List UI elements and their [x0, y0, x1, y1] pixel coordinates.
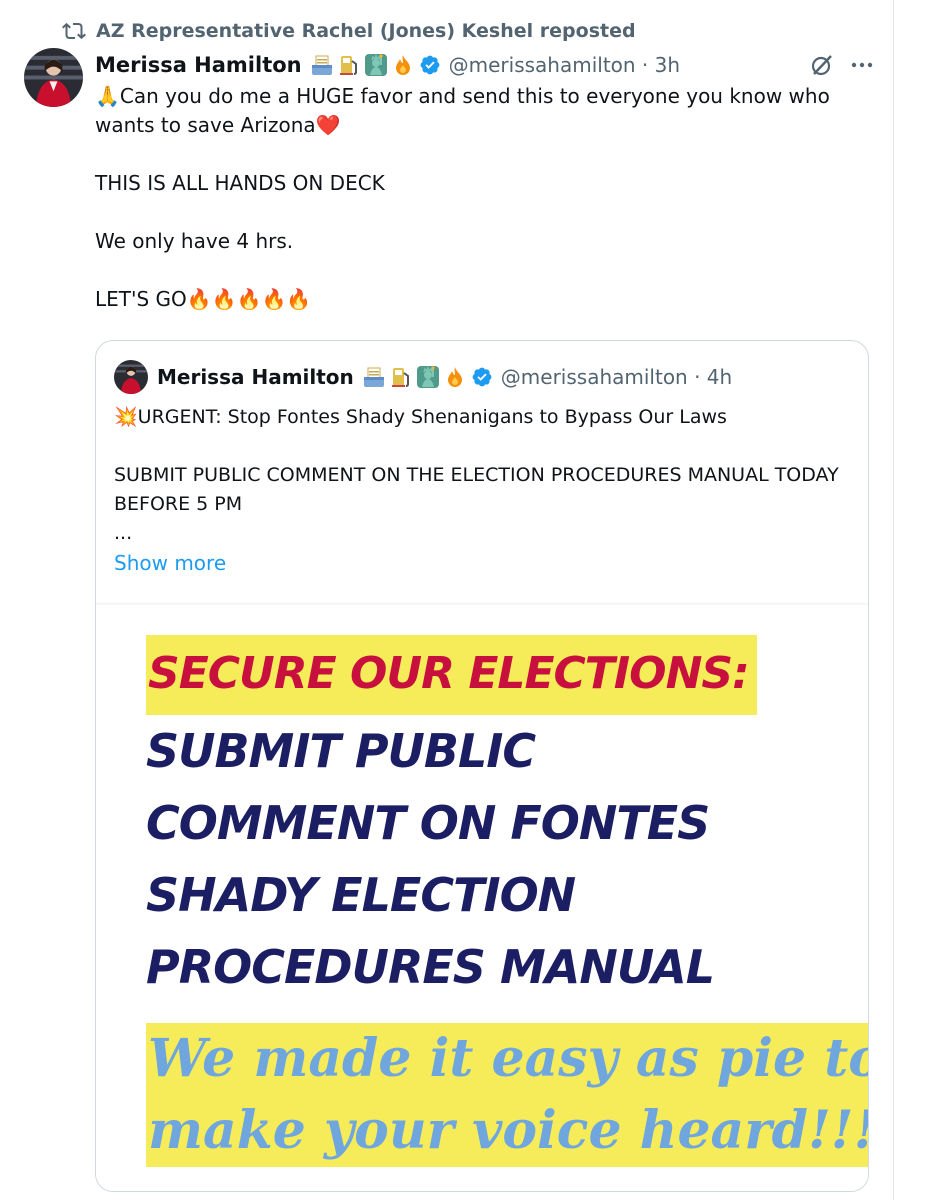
post-text: 🙏Can you do me a HUGE favor and send thi… [95, 84, 830, 311]
flyer-body-line: COMMENT ON FONTES [146, 796, 710, 850]
flyer-tagline-line: make your voice heard!!!! [146, 1095, 868, 1167]
more-icon[interactable] [849, 52, 875, 78]
quoted-author-handle-time: @merissahamilton · 4h [500, 365, 733, 389]
author-handle-time[interactable]: @merissahamilton · 3h [449, 53, 680, 77]
flyer-tagline-line: We made it easy as pie to [146, 1023, 868, 1095]
fuel-pump-icon [389, 365, 413, 389]
flyer-headline: SECURE OUR ELECTIONS: [146, 635, 757, 715]
fuel-pump-icon [337, 53, 361, 77]
quoted-post-image[interactable]: SECURE OUR ELECTIONS: SUBMIT PUBLIC COMM… [96, 605, 868, 1191]
verified-badge-icon [471, 366, 493, 388]
quoted-author-name: Merissa Hamilton [157, 365, 354, 389]
feed-column-border [893, 0, 894, 1200]
inbox-tray-icon [362, 365, 386, 389]
grok-icon[interactable] [809, 52, 835, 78]
verified-badge-icon[interactable] [419, 54, 441, 76]
fire-icon [443, 365, 467, 389]
flyer-tagline: We made it easy as pie to make your voic… [146, 1023, 868, 1167]
quoted-name-emoji-badges [362, 365, 467, 389]
post-header-actions [809, 50, 875, 80]
quoted-post-text: 💥URGENT: Stop Fontes Shady Shenanigans t… [114, 406, 839, 544]
inbox-tray-icon [310, 53, 334, 77]
post-header: Merissa Hamilton @merissahamilton · 3h [95, 50, 875, 80]
quoted-post-card[interactable]: Merissa Hamilton @merissahamilton · 4h 💥… [95, 340, 869, 1192]
flyer-body-line: SUBMIT PUBLIC [146, 724, 536, 778]
repost-context-label: AZ Representative Rachel (Jones) Keshel … [96, 20, 636, 42]
avatar-image [24, 48, 83, 107]
quoted-post-header: Merissa Hamilton @merissahamilton · 4h [114, 360, 733, 394]
author-name[interactable]: Merissa Hamilton [95, 53, 302, 77]
author-avatar[interactable] [24, 48, 83, 107]
statue-of-liberty-icon [416, 365, 440, 389]
name-emoji-badges [310, 53, 415, 77]
show-more-link[interactable]: Show more [114, 551, 226, 575]
flyer-body-line: SHADY ELECTION [146, 868, 576, 922]
flyer-body: SUBMIT PUBLIC COMMENT ON FONTES SHADY EL… [146, 715, 846, 1003]
quoted-author-avatar [114, 360, 148, 394]
repost-context[interactable]: AZ Representative Rachel (Jones) Keshel … [62, 18, 636, 44]
statue-of-liberty-icon [364, 53, 388, 77]
repost-icon [62, 22, 86, 40]
fire-icon [391, 53, 415, 77]
flyer-body-line: PROCEDURES MANUAL [146, 940, 715, 994]
